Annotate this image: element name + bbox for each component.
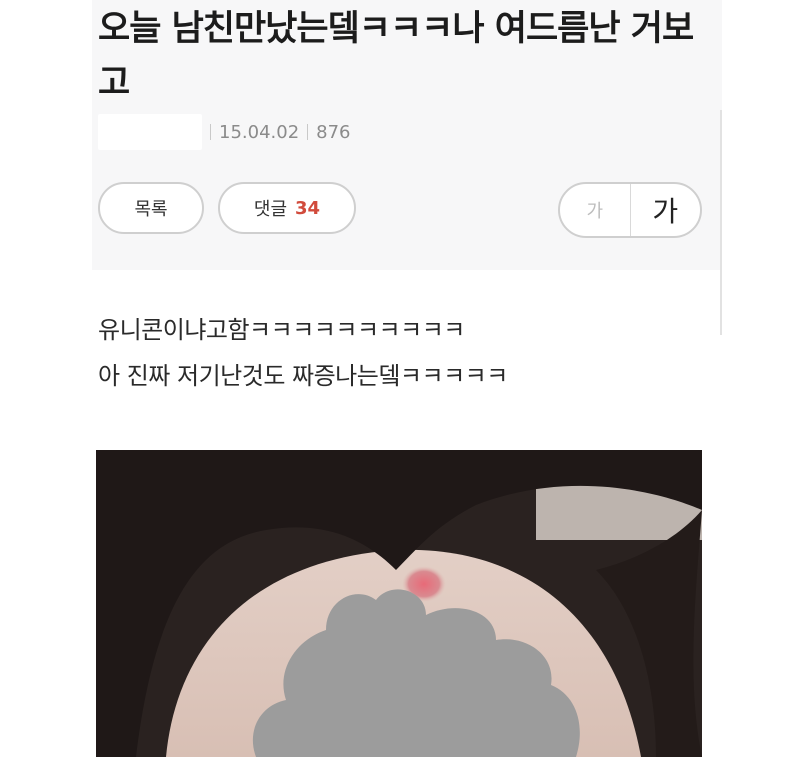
comment-button[interactable]: 댓글 34 [218,182,356,234]
font-size-toggle: 가 가 [558,182,702,238]
list-button[interactable]: 목록 [98,182,204,234]
view-count: 876 [316,121,351,143]
meta-divider [210,124,211,140]
post-title: 오늘 남친만났는뎈ㅋㅋㅋ나 여드름난 거보고 [98,9,694,103]
list-button-label: 목록 [134,199,168,220]
post-body-line: 아 진짜 저기난것도 짜증나는뎈ㅋㅋㅋㅋㅋ [98,362,508,390]
right-divider [720,110,722,335]
post-meta: 15.04.02 876 [98,112,351,152]
comment-count: 34 [295,197,321,219]
post-photo [96,450,702,757]
meta-divider [307,124,309,140]
font-small-button[interactable]: 가 [560,184,631,236]
comment-button-label: 댓글 [253,199,288,220]
author-redacted [98,114,202,150]
post-body-line: 유니콘이냐고함ㅋㅋㅋㅋㅋㅋㅋㅋㅋㅋ [98,316,465,344]
font-large-button[interactable]: 가 [631,184,701,236]
post-date: 15.04.02 [219,121,300,143]
